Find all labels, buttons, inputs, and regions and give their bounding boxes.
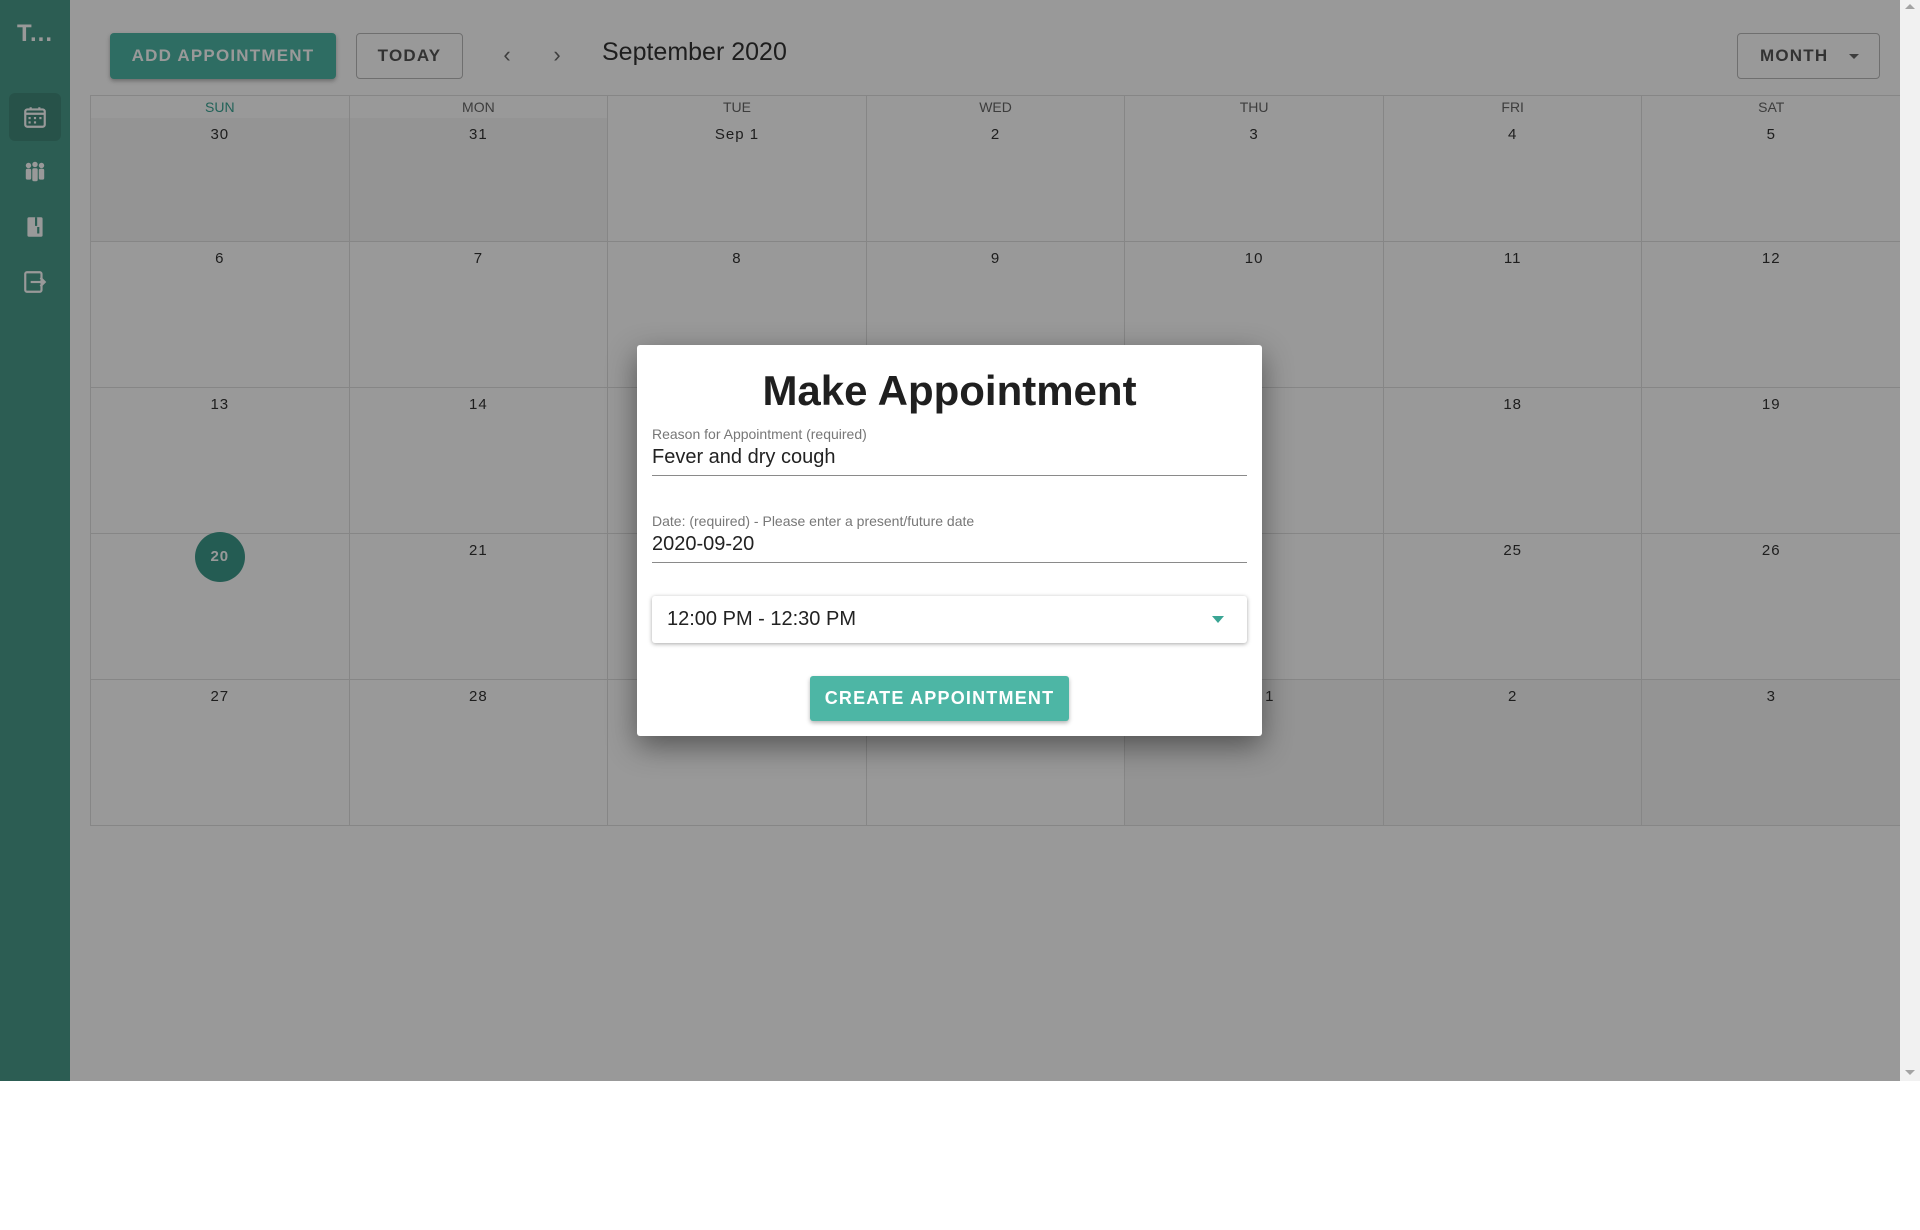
time-slot-value: 12:00 PM - 12:30 PM: [667, 608, 856, 630]
date-label: Date: (required) - Please enter a presen…: [652, 513, 975, 529]
app-window: T... ADD APPOINTMENT TODAY ‹ › September…: [0, 0, 1920, 1081]
reason-label: Reason for Appointment (required): [652, 426, 867, 442]
date-input[interactable]: 2020-09-20: [652, 533, 1247, 562]
make-appointment-dialog: Make Appointment Reason for Appointment …: [637, 345, 1262, 736]
scroll-down-arrow-icon[interactable]: [1905, 1070, 1915, 1075]
caret-down-icon: [1212, 616, 1224, 623]
date-field[interactable]: Date: (required) - Please enter a presen…: [652, 513, 1247, 563]
dialog-title: Make Appointment: [762, 367, 1137, 414]
time-slot-select[interactable]: 12:00 PM - 12:30 PM: [652, 596, 1247, 643]
vertical-scrollbar[interactable]: [1900, 0, 1920, 1081]
reason-field[interactable]: Reason for Appointment (required) Fever …: [652, 426, 1247, 476]
create-appointment-button[interactable]: CREATE APPOINTMENT: [810, 676, 1069, 721]
scroll-up-arrow-icon[interactable]: [1905, 4, 1915, 9]
reason-input[interactable]: Fever and dry cough: [652, 446, 1247, 475]
